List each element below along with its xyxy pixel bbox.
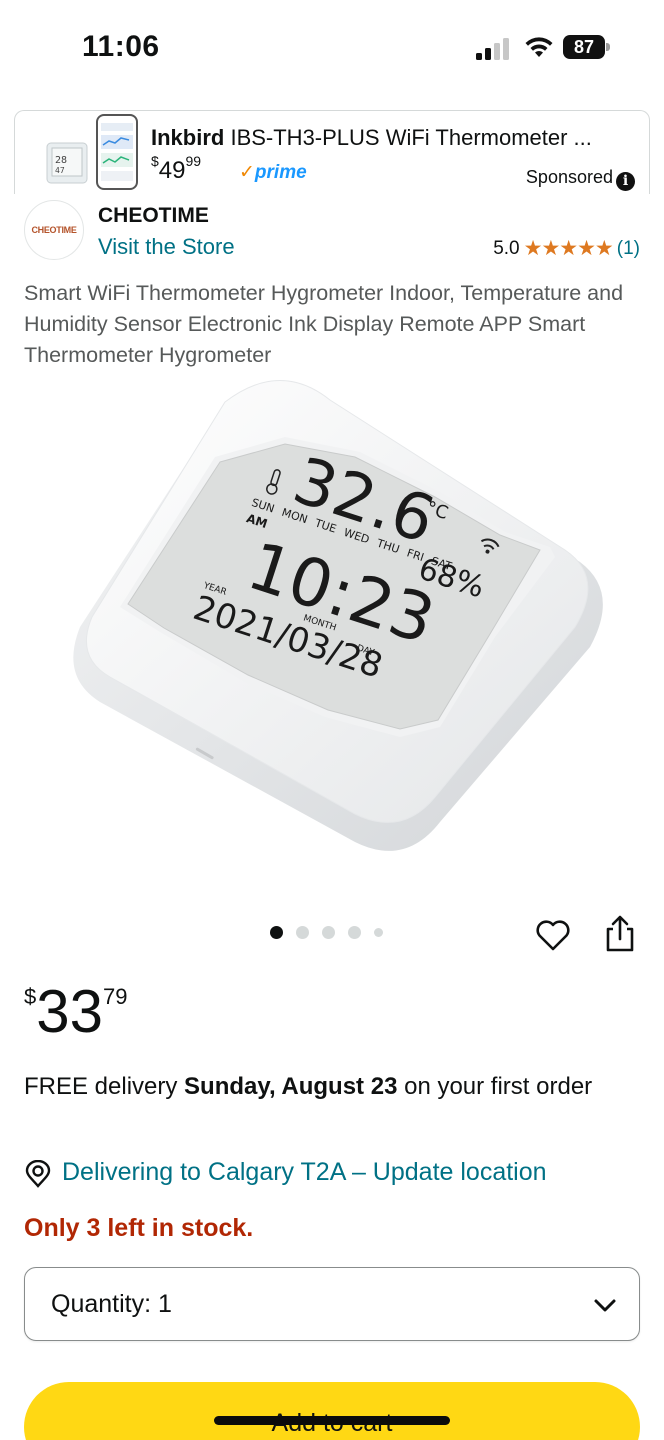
carousel-dot[interactable] — [296, 926, 309, 939]
ad-title: Inkbird IBS-TH3-PLUS WiFi Thermometer ..… — [151, 125, 641, 151]
wifi-icon — [525, 37, 553, 57]
price-cents: 79 — [103, 984, 128, 1009]
delivery-message: FREE delivery Sunday, August 23 on your … — [24, 1070, 624, 1103]
ad-price-cents: 99 — [185, 153, 202, 169]
brand-logo-text: CHEOTIME — [31, 225, 77, 235]
brand-name: CHEOTIME — [98, 204, 209, 227]
carousel-dot[interactable] — [348, 926, 361, 939]
share-icon[interactable] — [602, 914, 638, 954]
carousel-dot[interactable] — [322, 926, 335, 939]
clock: 11:06 — [82, 30, 160, 63]
quantity-label-text: Quantity: — [51, 1290, 152, 1318]
quantity-value: 1 — [158, 1290, 172, 1318]
delivery-date: Sunday, August 23 — [184, 1073, 398, 1100]
status-bar: 11:06 87 — [0, 0, 664, 100]
stock-status: Only 3 left in stock. — [24, 1214, 254, 1242]
delivery-prefix: FREE delivery — [24, 1073, 185, 1100]
image-carousel-dots[interactable] — [270, 926, 383, 939]
carousel-dot[interactable] — [374, 928, 383, 937]
delivery-suffix: on your first order — [397, 1073, 593, 1100]
prime-badge: ✓prime — [239, 161, 307, 184]
product-image[interactable]: 32.6 °C SUN MON TUE WED THU FRI SAT AM 6… — [60, 372, 604, 862]
star-rating-icon: ★★★★★ — [523, 237, 614, 260]
prime-label: prime — [254, 162, 307, 183]
battery-icon: 87 — [563, 35, 605, 59]
add-to-cart-button[interactable]: Add to cart — [24, 1382, 640, 1440]
info-icon[interactable]: i — [616, 172, 635, 191]
ad-price: $4999 — [151, 153, 201, 185]
ad-title-text: IBS-TH3-PLUS WiFi Thermometer ... — [224, 125, 592, 150]
ad-brand: Inkbird — [151, 125, 225, 150]
svg-text:28: 28 — [55, 155, 67, 166]
rating-summary[interactable]: 5.0 ★★★★★ (1) — [493, 236, 640, 261]
quantity-select[interactable]: Quantity: 1 — [24, 1267, 640, 1341]
cellular-signal-icon — [476, 38, 509, 60]
battery-tip — [606, 43, 610, 51]
chevron-down-icon — [594, 1299, 616, 1312]
sponsored-text: Sponsored — [525, 167, 613, 187]
ad-price-symbol: $ — [151, 153, 159, 169]
location-pin-icon — [25, 1160, 51, 1188]
sponsored-label[interactable]: Sponsored i — [526, 167, 635, 191]
product-title: Smart WiFi Thermometer Hygrometer Indoor… — [24, 281, 624, 367]
delivery-location-link[interactable]: Delivering to Calgary T2A – Update locat… — [62, 1158, 547, 1187]
ad-price-whole: 49 — [158, 157, 186, 184]
prime-check-icon: ✓ — [239, 162, 255, 183]
visit-store-link[interactable]: Visit the Store — [98, 234, 235, 260]
rating-value: 5.0 — [493, 237, 520, 259]
home-indicator[interactable] — [214, 1416, 450, 1425]
quantity-label: Quantity: 1 — [51, 1290, 172, 1319]
brand-logo[interactable]: CHEOTIME — [24, 200, 84, 260]
carousel-dot[interactable] — [270, 926, 283, 939]
ad-product-thumbnail: 28 47 — [46, 114, 138, 190]
price: $3379 — [24, 980, 127, 1057]
price-whole: 33 — [36, 978, 103, 1045]
rating-count[interactable]: (1) — [617, 238, 640, 260]
svg-text:47: 47 — [55, 166, 65, 175]
price-symbol: $ — [24, 984, 37, 1009]
sponsored-product-ad[interactable]: 28 47 Inkbird IBS-TH3-PLUS WiFi Thermome… — [14, 110, 650, 194]
heart-icon[interactable] — [534, 916, 572, 954]
